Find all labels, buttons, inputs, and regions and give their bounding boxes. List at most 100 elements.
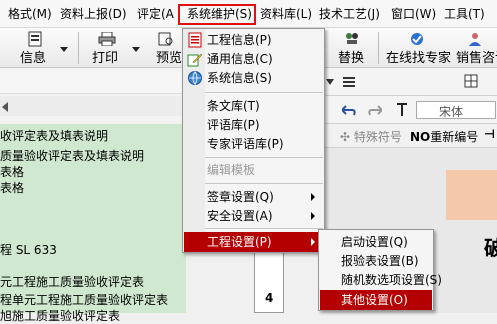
left-panel-header <box>0 68 186 124</box>
printer-icon <box>98 32 116 46</box>
tree-item[interactable]: 程单元工程施工质量验收评定表 <box>0 292 168 308</box>
menu-item-project-info[interactable]: 工程信息(P) <box>183 30 324 50</box>
menu-item-random-number-settings[interactable]: 随机数选项设置(S) <box>319 270 442 290</box>
menu-item-label: 其他设置(O) <box>341 293 408 307</box>
tree-item[interactable]: 表格 <box>0 180 24 196</box>
menu-separator <box>205 228 323 229</box>
menu-item-general-info[interactable]: 通用信息(C) <box>183 49 324 69</box>
menu-separator <box>205 157 323 158</box>
menu-data-report[interactable]: 资料上报(D) <box>60 6 127 23</box>
tree-item[interactable]: 质量验收评定表及填表说明 <box>0 148 144 164</box>
toolbar-separator <box>78 32 79 64</box>
menu-tools[interactable]: 工具(T) <box>444 6 485 23</box>
redo-icon[interactable] <box>368 104 382 116</box>
document-icon <box>188 32 202 48</box>
menu-item-inspection-form-settings[interactable]: 报验表设置(B) <box>319 251 433 271</box>
info-label: 信息 <box>20 51 47 66</box>
font-select-value: 宋体 <box>439 105 464 119</box>
menu-item-label: 安全设置(A) <box>207 209 273 223</box>
menu-technique[interactable]: 技术工艺(J) <box>319 6 380 23</box>
column-icon[interactable]: ⊣ <box>484 127 495 141</box>
font-select[interactable]: 宋体 <box>416 101 496 119</box>
online-expert-label: 在线找专家 <box>386 51 452 66</box>
document-shaded-cell <box>446 170 497 220</box>
print-dropdown-arrow[interactable] <box>132 47 140 52</box>
special-char-label: 特殊符号 <box>353 130 402 144</box>
menu-item-label: 随机数选项设置(S) <box>341 273 442 287</box>
preview-icon <box>158 32 173 46</box>
menu-item-edit-template: 编辑模板 <box>183 160 324 180</box>
menu-evaluate[interactable]: 评定(A <box>137 6 174 23</box>
menu-item-expert-comment-library[interactable]: 专家评语库(P) <box>183 134 324 154</box>
chevron-down-icon[interactable] <box>326 79 334 85</box>
renumber-button[interactable]: NO重新编号 <box>410 128 478 145</box>
document-big-char: 破 <box>484 236 497 260</box>
menu-item-system-info[interactable]: 系统信息(S) <box>183 68 324 88</box>
print-label: 打印 <box>92 51 119 66</box>
menu-item-label: 专家评语库(P) <box>207 137 284 151</box>
menu-item-label: 编辑模板 <box>207 163 256 177</box>
edit-pencil-icon <box>187 53 203 67</box>
menu-item-project-settings[interactable]: 工程设置(P) <box>184 232 323 252</box>
menu-item-label: 通用信息(C) <box>207 52 273 66</box>
sales-consult-button[interactable]: 销售咨询 <box>452 30 497 66</box>
submenu-arrow-icon <box>311 238 315 246</box>
tree-item[interactable]: 表格 <box>0 164 24 180</box>
tree-item[interactable]: 元工程施工质量验收评定表 <box>0 274 144 290</box>
menu-item-startup-settings[interactable]: 启动设置(Q) <box>319 232 433 252</box>
system-maintenance-menu: 工程信息(P) 通用信息(C) 系统信息(S) 条文库(T) 评语库(P) 专家… <box>182 28 325 253</box>
table-icon[interactable] <box>464 74 478 88</box>
special-char-icon: ✣ <box>340 130 351 144</box>
menu-callout-box <box>178 4 256 25</box>
document-row-number: 4 <box>265 291 274 305</box>
format-toolbar-1 <box>324 68 497 96</box>
globe-icon <box>188 71 202 85</box>
menu-item-label: 工程设置(P) <box>207 235 272 249</box>
menu-separator <box>205 183 323 184</box>
submenu-arrow-icon <box>311 212 315 220</box>
replace-button[interactable]: 替换 <box>334 30 370 66</box>
menu-item-comment-library[interactable]: 评语库(P) <box>183 115 324 135</box>
replace-label: 替换 <box>338 51 365 66</box>
print-button[interactable]: 打印 <box>86 30 132 66</box>
toolbar-separator <box>378 32 379 64</box>
menu-item-clause-library[interactable]: 条文库(T) <box>183 96 324 116</box>
info-dropdown-arrow[interactable] <box>60 47 68 52</box>
online-expert-icon <box>411 33 423 45</box>
menu-format[interactable]: 格式(M) <box>8 6 52 23</box>
menu-item-label: 工程信息(P) <box>207 33 272 47</box>
replace-icon <box>346 33 358 44</box>
menu-item-security-settings[interactable]: 安全设置(A) <box>183 206 324 226</box>
menu-item-label: 启动设置(Q) <box>341 235 408 249</box>
project-settings-submenu: 启动设置(Q) 报验表设置(B) 随机数选项设置(S) 其他设置(O) <box>318 229 442 311</box>
menu-library[interactable]: 资料库(L) <box>260 6 312 23</box>
menu-item-signature-settings[interactable]: 签章设置(Q) <box>183 187 324 207</box>
menu-window[interactable]: 窗口(W) <box>391 6 436 23</box>
person-icon <box>469 33 481 46</box>
tree-item[interactable]: 程 SL 633 <box>0 242 57 258</box>
menu-item-label: 评语库(P) <box>207 118 260 132</box>
online-expert-button[interactable]: 在线找专家 <box>384 30 452 66</box>
menu-item-other-settings[interactable]: 其他设置(O) <box>320 290 432 310</box>
tree-header-item[interactable]: 收评定表及填表说明 <box>0 128 108 144</box>
list-icon[interactable] <box>342 75 356 89</box>
undo-icon[interactable] <box>342 104 356 116</box>
menu-item-label: 条文库(T) <box>207 99 260 113</box>
sales-consult-label: 销售咨询 <box>456 51 497 66</box>
format-toolbar-3: ✣ 特殊符号 NO重新编号 ⊣ <box>324 124 497 148</box>
menu-separator <box>205 92 323 93</box>
preview-label: 预览 <box>156 51 183 66</box>
special-char-button[interactable]: ✣ 特殊符号 <box>340 128 402 145</box>
pin-icon[interactable] <box>2 102 10 112</box>
tree-item[interactable]: 旭施工质量验收评定表 <box>0 308 120 324</box>
menu-item-label: 报验表设置(B) <box>341 254 419 268</box>
menu-item-label: 系统信息(S) <box>207 71 272 85</box>
submenu-arrow-icon <box>311 193 315 201</box>
menu-bar: 格式(M) 资料上报(D) 评定(A 系统维护(S) 资料库(L) 技术工艺(J… <box>0 0 497 28</box>
preview-button[interactable]: 预览 <box>150 30 184 66</box>
format-toolbar-2: 宋体 <box>324 96 497 124</box>
font-style-icon[interactable] <box>396 103 408 117</box>
renumber-label: 重新编号 <box>430 130 479 144</box>
info-icon <box>28 31 42 47</box>
renumber-prefix: NO <box>410 130 431 144</box>
